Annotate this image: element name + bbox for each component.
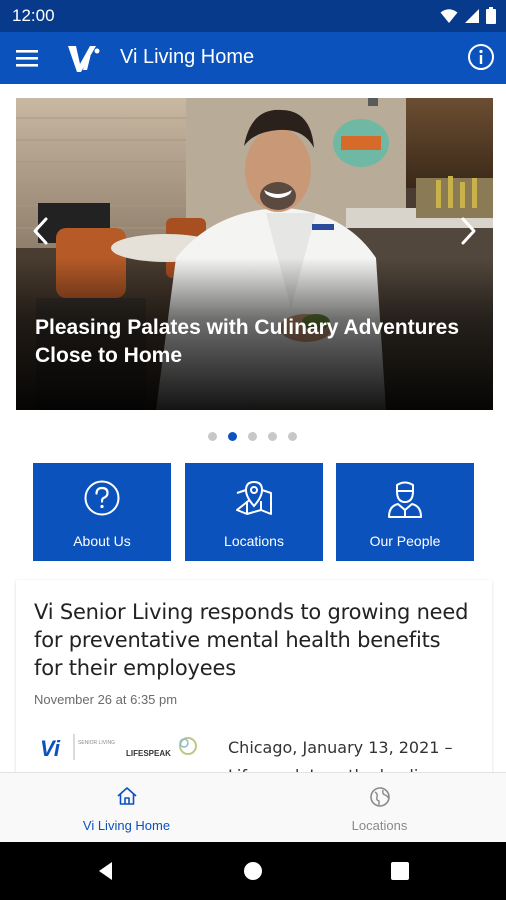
about-us-label: About Us bbox=[73, 533, 131, 549]
locations-tile[interactable]: Locations bbox=[185, 463, 323, 561]
home-circle-icon bbox=[244, 862, 262, 880]
bottom-navigation: Vi Living Home Locations bbox=[0, 772, 506, 842]
nav-item-locations[interactable]: Locations bbox=[253, 773, 506, 843]
carousel-dot[interactable] bbox=[248, 432, 257, 441]
system-recents-button[interactable] bbox=[388, 859, 412, 883]
app-screen: 12:00 Vi Living Home Pleasing Palates wi… bbox=[0, 0, 506, 900]
status-time: 12:00 bbox=[12, 6, 55, 25]
menu-button[interactable] bbox=[10, 42, 44, 74]
carousel-indicator bbox=[208, 432, 297, 441]
question-circle-icon bbox=[84, 480, 120, 516]
carousel-next-button[interactable] bbox=[453, 214, 483, 248]
news-title: Vi Senior Living responds to growing nee… bbox=[34, 600, 469, 680]
hero-carousel[interactable]: Pleasing Palates with Culinary Adventure… bbox=[16, 98, 493, 410]
info-button[interactable] bbox=[466, 42, 496, 72]
recents-square-icon bbox=[391, 862, 409, 880]
our-people-label: Our People bbox=[369, 533, 441, 549]
battery-icon bbox=[486, 7, 496, 29]
system-navigation-bar bbox=[0, 842, 506, 900]
back-triangle-icon bbox=[99, 862, 112, 880]
carousel-dot[interactable] bbox=[288, 432, 297, 441]
chevron-left-icon bbox=[33, 217, 48, 245]
hamburger-menu-icon bbox=[16, 50, 38, 67]
our-people-tile[interactable]: Our People bbox=[336, 463, 474, 561]
status-bar: 12:00 bbox=[0, 0, 506, 32]
nav-locations-label: Locations bbox=[351, 818, 408, 833]
carousel-dot[interactable] bbox=[228, 432, 237, 441]
person-icon bbox=[388, 481, 422, 518]
nav-item-home[interactable]: Vi Living Home bbox=[0, 773, 253, 843]
carousel-dot[interactable] bbox=[208, 432, 217, 441]
thumb-brand-vi-sub: SENIOR LIVING bbox=[78, 740, 115, 746]
about-us-tile[interactable]: About Us bbox=[33, 463, 171, 561]
nav-home-label: Vi Living Home bbox=[82, 818, 171, 833]
globe-icon bbox=[369, 787, 390, 807]
app-bar: Vi Living Home bbox=[0, 32, 506, 84]
carousel-prev-button[interactable] bbox=[26, 214, 56, 248]
carousel-dot[interactable] bbox=[268, 432, 277, 441]
news-date: November 26 at 6:35 pm bbox=[34, 692, 178, 707]
locations-label: Locations bbox=[224, 533, 284, 549]
home-icon bbox=[116, 787, 137, 805]
chevron-right-icon bbox=[461, 217, 476, 245]
status-icons bbox=[440, 7, 496, 29]
news-card[interactable]: Vi Senior Living responds to growing nee… bbox=[16, 580, 492, 780]
thumb-brand-lifespeak: LIFESPEAK bbox=[126, 749, 171, 758]
system-back-button[interactable] bbox=[94, 859, 118, 883]
wifi-icon bbox=[440, 8, 458, 29]
hero-caption: Pleasing Palates with Culinary Adventure… bbox=[35, 316, 460, 367]
system-home-button[interactable] bbox=[241, 859, 265, 883]
news-thumbnail: Vi SENIOR LIVING LIFESPEAK bbox=[40, 734, 197, 761]
map-pin-icon bbox=[236, 480, 272, 515]
info-icon bbox=[468, 44, 494, 70]
signal-icon bbox=[464, 8, 480, 29]
vi-logo bbox=[66, 42, 100, 74]
thumb-brand-vi: Vi bbox=[40, 736, 61, 761]
app-title: Vi Living Home bbox=[120, 46, 255, 68]
